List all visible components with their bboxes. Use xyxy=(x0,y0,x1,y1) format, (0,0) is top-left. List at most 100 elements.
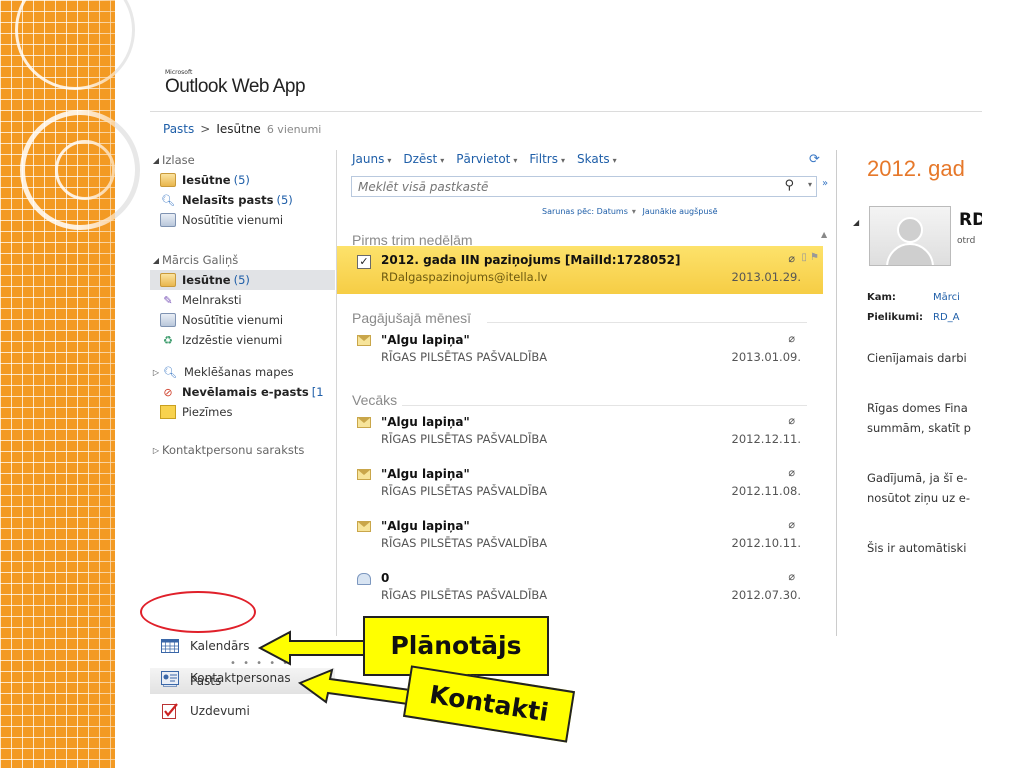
filter-button[interactable]: Filtrs ▾ xyxy=(529,152,565,166)
nav-tasks[interactable]: Uzdevumi xyxy=(150,698,335,724)
checkbox-checked[interactable]: ✓ xyxy=(357,255,371,269)
expand-triangle-icon[interactable]: ▷ xyxy=(150,446,162,455)
outlook-web-app: Microsoft Outlook Web App Pasts > Iesūtn… xyxy=(150,70,982,694)
folder-junk[interactable]: ⊘ Nevēlamais e-pasts [1 xyxy=(150,382,335,402)
sender-name[interactable]: RD xyxy=(959,210,982,230)
sort-by[interactable]: Sarunas pēc: Datums xyxy=(542,207,628,216)
message-list-pane: Jauns ▾ Dzēst ▾ Pārvietot ▾ Filtrs ▾ Skats ▾ … xyxy=(336,150,836,636)
sent-folder-icon xyxy=(160,213,176,227)
mailbox-header[interactable]: ◢ Mārcis Galiņš xyxy=(150,250,335,270)
folder-label: Nelasīts pasts xyxy=(182,193,274,207)
attachment-link[interactable]: RD_A xyxy=(933,312,960,323)
collapse-triangle-icon[interactable]: ◢ xyxy=(150,156,162,165)
folder-label: Iesūtne xyxy=(182,173,231,187)
envelope-icon xyxy=(357,469,371,483)
nav-contacts[interactable]: Kontaktpersonas xyxy=(150,665,335,691)
callout-planner: Plānotājs xyxy=(363,616,549,676)
folder-inbox[interactable]: Iesūtne (5) xyxy=(150,270,335,290)
refresh-icon[interactable]: ⟳ xyxy=(809,152,820,167)
message-row[interactable]: "Algu lapiņa" RĪGAS PILSĒTAS PAŠVALDĪBA … xyxy=(337,326,823,374)
view-button[interactable]: Skats ▾ xyxy=(577,152,617,166)
message-row[interactable]: "Algu lapiņa" RĪGAS PILSĒTAS PAŠVALDĪBA … xyxy=(337,460,823,508)
flag-icon[interactable]: ▯ ⚑ xyxy=(801,252,819,263)
move-button[interactable]: Pārvietot ▾ xyxy=(456,152,517,166)
search-folder-icon: 🔍︎ xyxy=(161,193,175,207)
new-button[interactable]: Jauns ▾ xyxy=(352,152,391,166)
sent-folder-icon xyxy=(160,313,176,327)
search-icon[interactable]: ⚲ xyxy=(784,178,794,193)
folder-drafts[interactable]: ✎ Melnraksti xyxy=(150,290,335,310)
note-icon xyxy=(160,405,176,419)
envelope-icon xyxy=(357,521,371,535)
message-date: 2012.11.08. xyxy=(731,484,802,498)
folder-sent[interactable]: Nosūtītie vienumi xyxy=(150,310,335,330)
group-header: Pagājušajā mēnesī xyxy=(352,310,472,326)
unread-count: (5) xyxy=(233,273,250,287)
folder-deleted[interactable]: ♻ Izdzēstie vienumi xyxy=(150,330,335,350)
collapse-triangle-icon[interactable]: ◢ xyxy=(853,218,859,227)
message-date: 2012.07.30. xyxy=(731,588,802,602)
highlight-circle xyxy=(140,591,256,633)
folder-label: Nosūtītie vienumi xyxy=(182,213,284,227)
callout-contacts: Kontakti xyxy=(402,665,576,743)
body-line: nosūtot ziņu uz e- xyxy=(867,491,970,505)
message-subject: "Algu lapiņa" xyxy=(381,467,470,481)
message-subject: 2012. gada IIN paziņojums [MailId:172805… xyxy=(381,253,681,267)
sent-date: otrd xyxy=(957,236,976,246)
filter-label: Filtrs xyxy=(529,152,558,166)
chevron-down-icon: ▾ xyxy=(612,156,617,165)
message-title: 2012. gad xyxy=(867,156,965,181)
folder-notes[interactable]: Piezīmes xyxy=(150,402,335,422)
message-subject: "Algu lapiņa" xyxy=(381,333,470,347)
favorite-folder-unread[interactable]: 🔍︎ Nelasīts pasts (5) xyxy=(150,190,335,210)
nav-label: Kontaktpersonas xyxy=(190,671,291,685)
contacts-list-header[interactable]: ▷ Kontaktpersonu saraksts xyxy=(150,440,335,460)
nav-calendar[interactable]: Kalendārs xyxy=(150,633,335,659)
expand-triangle-icon[interactable]: ▷ xyxy=(150,368,162,377)
favorite-folder-sent[interactable]: Nosūtītie vienumi xyxy=(150,210,335,230)
chevron-down-icon: ▾ xyxy=(631,207,636,216)
expand-chevron-icon[interactable]: » xyxy=(822,178,828,189)
calendar-icon xyxy=(160,638,180,654)
scroll-up-icon[interactable]: ▲ xyxy=(821,230,827,239)
body-line: Rīgas domes Fina xyxy=(867,401,968,415)
chevron-down-icon: ▾ xyxy=(440,156,445,165)
message-subject: 0 xyxy=(381,571,390,585)
search-input[interactable] xyxy=(358,179,758,194)
pencil-icon: ✎ xyxy=(163,293,173,307)
message-row[interactable]: "Algu lapiņa" RĪGAS PILSĒTAS PAŠVALDĪBA … xyxy=(337,408,823,456)
decorative-ring xyxy=(15,0,115,90)
avatar xyxy=(869,206,951,266)
message-row[interactable]: 0 RĪGAS PILSĒTAS PAŠVALDĪBA ⌀ 2012.07.30… xyxy=(337,564,823,612)
to-value[interactable]: Mārci xyxy=(933,292,960,303)
sort-order[interactable]: Jaunākie augšpusē xyxy=(642,207,717,216)
new-label: Jauns xyxy=(352,152,385,166)
paperclip-icon: ⌀ xyxy=(788,466,795,479)
collapse-triangle-icon[interactable]: ◢ xyxy=(150,256,162,265)
chevron-down-icon[interactable]: ▾ xyxy=(808,180,812,189)
folder-search-folders[interactable]: ▷ 🔍︎ Meklēšanas mapes xyxy=(150,362,335,382)
message-row[interactable]: "Algu lapiņa" RĪGAS PILSĒTAS PAŠVALDĪBA … xyxy=(337,512,823,560)
junk-icon: ⊘ xyxy=(163,385,173,399)
breadcrumb-root[interactable]: Pasts xyxy=(163,122,194,136)
folder-label: Melnraksti xyxy=(182,293,242,307)
message-row-selected[interactable]: ✓ 2012. gada IIN paziņojums [MailId:1728… xyxy=(337,246,823,294)
message-date: 2012.10.11. xyxy=(731,536,802,550)
delete-button[interactable]: Dzēst ▾ xyxy=(403,152,444,166)
breadcrumb-separator: > xyxy=(200,122,211,136)
chevron-down-icon: ▾ xyxy=(387,156,392,165)
contacts-list-label: Kontaktpersonu saraksts xyxy=(162,443,305,457)
message-subject: "Algu lapiņa" xyxy=(381,519,470,533)
recycle-icon: ♻ xyxy=(163,333,173,347)
chevron-down-icon: ▾ xyxy=(560,156,565,165)
to-label: Kam: xyxy=(867,292,896,303)
message-date: 2013.01.09. xyxy=(731,350,802,364)
favorite-folder-inbox[interactable]: Iesūtne (5) xyxy=(150,170,335,190)
favorites-header[interactable]: ◢ Izlase xyxy=(150,150,335,170)
decorative-grid-strip xyxy=(0,0,115,768)
app-logo: Microsoft Outlook Web App xyxy=(165,70,306,98)
unread-count: (5) xyxy=(276,193,293,207)
breadcrumb-current: Iesūtne xyxy=(216,122,261,136)
group-divider xyxy=(487,322,807,323)
paperclip-icon: ⌀ xyxy=(788,252,795,265)
